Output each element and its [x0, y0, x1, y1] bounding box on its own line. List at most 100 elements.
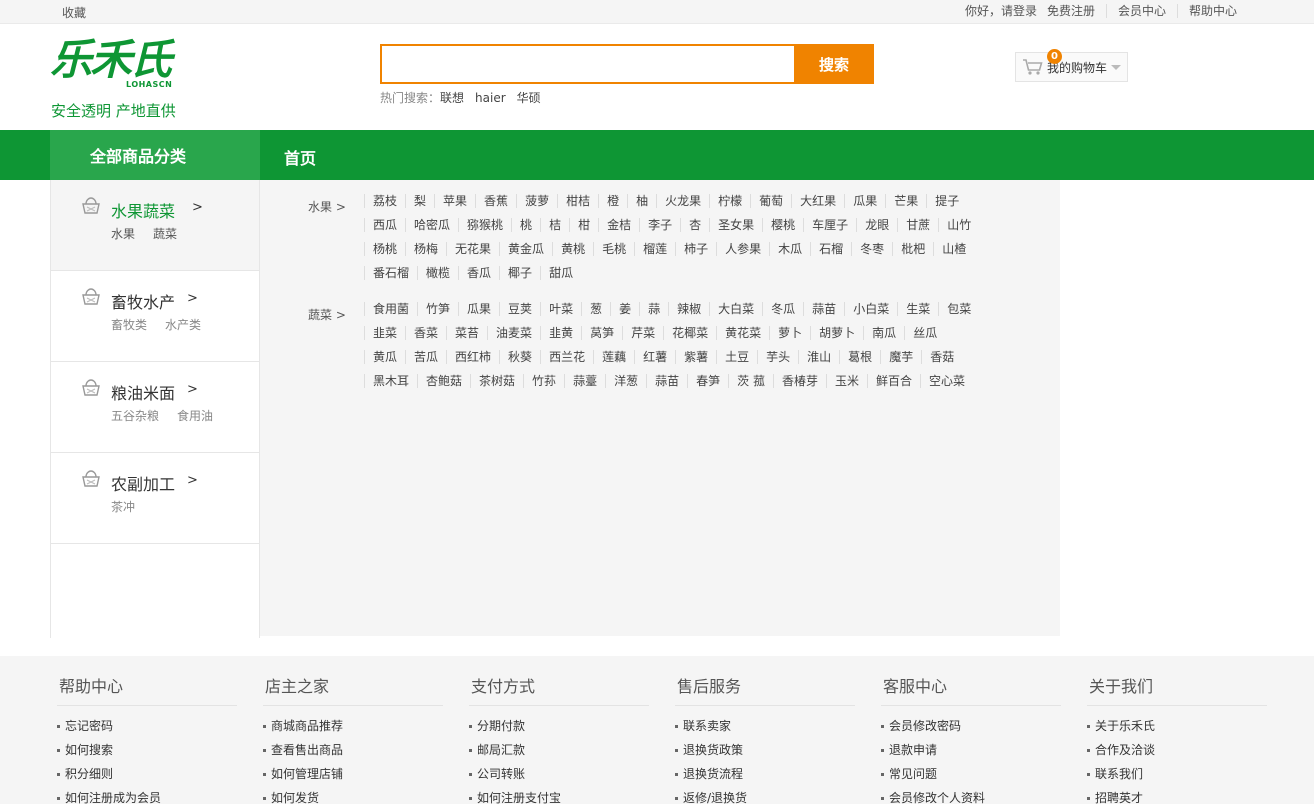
- footer-link[interactable]: 常见问题: [881, 762, 1061, 786]
- footer-link[interactable]: 合作及洽谈: [1087, 738, 1267, 762]
- product-category-link[interactable]: 姜: [610, 302, 639, 316]
- product-category-link[interactable]: 莲藕: [593, 350, 634, 364]
- product-category-link[interactable]: 小白菜: [844, 302, 897, 316]
- register-link[interactable]: 免费注册: [1041, 4, 1106, 18]
- product-category-link[interactable]: 叶菜: [540, 302, 581, 316]
- footer-link[interactable]: 积分细则: [57, 762, 237, 786]
- product-category-link[interactable]: 桔: [540, 218, 569, 232]
- product-category-link[interactable]: 大红果: [791, 194, 844, 208]
- product-category-link[interactable]: 鲜百合: [866, 374, 920, 388]
- product-category-link[interactable]: 杏: [680, 218, 709, 232]
- product-category-link[interactable]: 芹菜: [622, 326, 663, 340]
- product-category-link[interactable]: 苹果: [434, 194, 475, 208]
- product-category-link[interactable]: 南瓜: [863, 326, 904, 340]
- product-category-link[interactable]: 毛桃: [593, 242, 634, 256]
- product-category-link[interactable]: 豆荚: [499, 302, 540, 316]
- product-category-link[interactable]: 菜苔: [446, 326, 487, 340]
- product-category-link[interactable]: 番石榴: [364, 266, 417, 280]
- all-categories-button[interactable]: 全部商品分类: [50, 130, 260, 180]
- product-category-link[interactable]: 杏鲍菇: [417, 374, 470, 388]
- product-category-link[interactable]: 辣椒: [668, 302, 709, 316]
- footer-link[interactable]: 招聘英才: [1087, 786, 1267, 810]
- product-category-link[interactable]: 红薯: [634, 350, 675, 364]
- nav-home[interactable]: 首页: [284, 145, 316, 169]
- product-category-link[interactable]: 蒜: [639, 302, 668, 316]
- product-category-link[interactable]: 韭菜: [364, 326, 405, 340]
- product-category-link[interactable]: 火龙果: [656, 194, 709, 208]
- product-category-link[interactable]: 樱桃: [762, 218, 803, 232]
- product-category-link[interactable]: 香蕉: [475, 194, 516, 208]
- sub-category-link[interactable]: 水产类: [165, 318, 201, 332]
- product-category-link[interactable]: 圣女果: [709, 218, 762, 232]
- product-category-link[interactable]: 瓜果: [458, 302, 499, 316]
- product-category-link[interactable]: 韭黄: [540, 326, 581, 340]
- product-category-link[interactable]: 葡萄: [750, 194, 791, 208]
- product-category-link[interactable]: 梨: [405, 194, 434, 208]
- product-category-link[interactable]: 杨梅: [405, 242, 446, 256]
- product-category-link[interactable]: 秋葵: [499, 350, 540, 364]
- product-category-link[interactable]: 春笋: [687, 374, 728, 388]
- footer-link[interactable]: 如何注册支付宝: [469, 786, 649, 810]
- footer-link[interactable]: 邮局汇款: [469, 738, 649, 762]
- product-category-link[interactable]: 土豆: [716, 350, 757, 364]
- product-category-link[interactable]: 猕猴桃: [458, 218, 511, 232]
- group-title-fruit[interactable]: 水果 >: [308, 198, 346, 215]
- product-category-link[interactable]: 提子: [926, 194, 967, 208]
- product-category-link[interactable]: 空心菜: [920, 374, 973, 388]
- product-category-link[interactable]: 魔芋: [880, 350, 921, 364]
- product-category-link[interactable]: 橙: [598, 194, 627, 208]
- sub-category-link[interactable]: 五谷杂粮: [111, 409, 159, 423]
- product-category-link[interactable]: 洋葱: [605, 374, 646, 388]
- footer-link[interactable]: 忘记密码: [57, 714, 237, 738]
- product-category-link[interactable]: 西兰花: [540, 350, 593, 364]
- product-category-link[interactable]: 柑: [569, 218, 598, 232]
- product-category-link[interactable]: 山楂: [933, 242, 974, 256]
- help-center-link[interactable]: 帮助中心: [1176, 4, 1248, 18]
- footer-link[interactable]: 退换货政策: [675, 738, 855, 762]
- category-grain-oil[interactable]: 粮油米面 > 五谷杂粮 食用油: [51, 362, 259, 453]
- product-category-link[interactable]: 桃: [511, 218, 540, 232]
- product-category-link[interactable]: 柠檬: [709, 194, 750, 208]
- product-category-link[interactable]: 柿子: [675, 242, 716, 256]
- member-center-link[interactable]: 会员中心: [1105, 4, 1177, 18]
- footer-link[interactable]: 联系我们: [1087, 762, 1267, 786]
- product-category-link[interactable]: 瓜果: [844, 194, 885, 208]
- footer-link[interactable]: 如何注册成为会员: [57, 786, 237, 810]
- logo[interactable]: 乐禾氏 LOHASCN 安全透明 产地直供: [50, 38, 200, 138]
- product-category-link[interactable]: 油麦菜: [487, 326, 540, 340]
- footer-link[interactable]: 如何管理店铺: [263, 762, 443, 786]
- footer-link[interactable]: 公司转账: [469, 762, 649, 786]
- product-category-link[interactable]: 蒜苗: [803, 302, 844, 316]
- product-category-link[interactable]: 榴莲: [634, 242, 675, 256]
- product-category-link[interactable]: 莴笋: [581, 326, 622, 340]
- category-processed[interactable]: 农副加工 > 茶冲: [51, 453, 259, 544]
- product-category-link[interactable]: 葛根: [839, 350, 880, 364]
- product-category-link[interactable]: 香瓜: [458, 266, 499, 280]
- product-category-link[interactable]: 菠萝: [516, 194, 557, 208]
- product-category-link[interactable]: 茨 菰: [728, 374, 773, 388]
- product-category-link[interactable]: 山竹: [938, 218, 979, 232]
- cart-button[interactable]: 0 我的购物车: [1015, 49, 1128, 82]
- product-category-link[interactable]: 竹笋: [417, 302, 458, 316]
- product-category-link[interactable]: 紫薯: [675, 350, 716, 364]
- category-livestock[interactable]: 畜牧水产 > 畜牧类 水产类: [51, 271, 259, 362]
- search-button[interactable]: 搜索: [794, 44, 874, 84]
- product-category-link[interactable]: 黄花菜: [716, 326, 769, 340]
- product-category-link[interactable]: 食用菌: [364, 302, 417, 316]
- product-category-link[interactable]: 黑木耳: [364, 374, 417, 388]
- product-category-link[interactable]: 荔枝: [364, 194, 405, 208]
- product-category-link[interactable]: 金桔: [598, 218, 639, 232]
- product-category-link[interactable]: 黄瓜: [364, 350, 405, 364]
- product-category-link[interactable]: 香菜: [405, 326, 446, 340]
- product-category-link[interactable]: 无花果: [446, 242, 499, 256]
- footer-link[interactable]: 退换货流程: [675, 762, 855, 786]
- product-category-link[interactable]: 蒜苗: [646, 374, 687, 388]
- hot-search-term[interactable]: 华硕: [517, 91, 541, 105]
- hot-search-term[interactable]: 联想: [440, 91, 464, 105]
- sub-category-link[interactable]: 水果: [111, 227, 135, 241]
- product-category-link[interactable]: 木瓜: [769, 242, 810, 256]
- footer-link[interactable]: 退款申请: [881, 738, 1061, 762]
- product-category-link[interactable]: 苦瓜: [405, 350, 446, 364]
- footer-link[interactable]: 商城商品推荐: [263, 714, 443, 738]
- product-category-link[interactable]: 甘蔗: [897, 218, 938, 232]
